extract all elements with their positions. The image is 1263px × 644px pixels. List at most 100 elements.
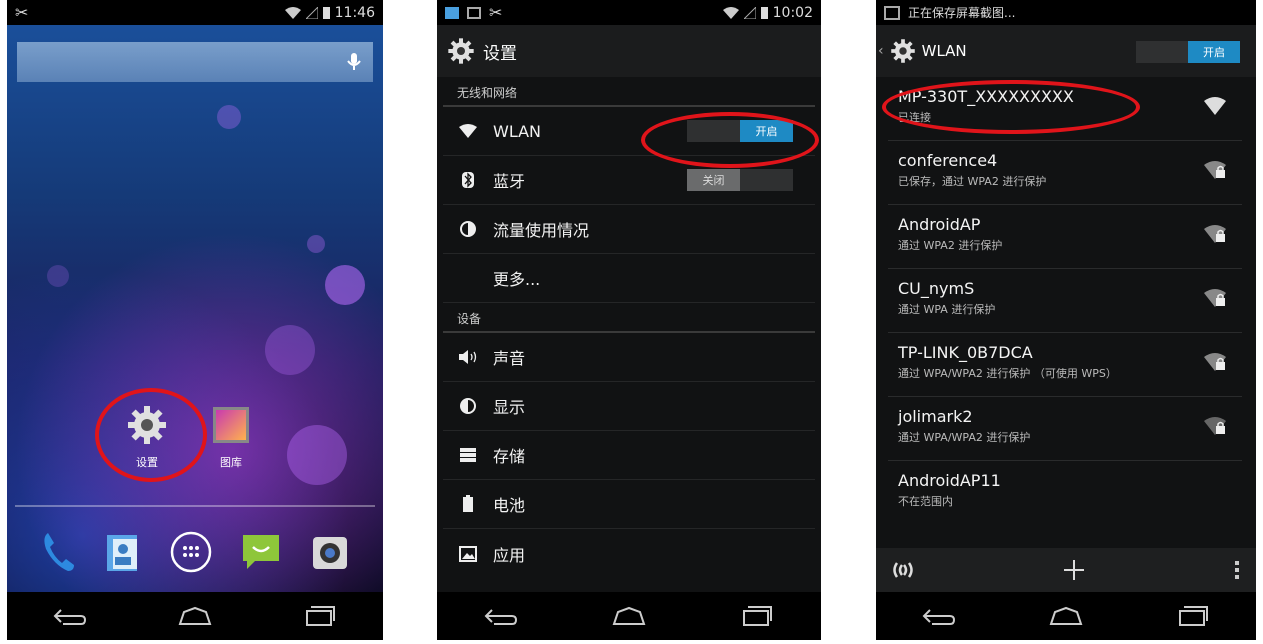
contacts-icon[interactable] [103, 531, 143, 573]
data-usage-icon [457, 218, 479, 240]
network-ssid: TP-LINK_0B7DCA [898, 343, 1033, 362]
network-ssid: AndroidAP11 [898, 471, 1001, 490]
navigation-bar [876, 592, 1256, 640]
settings-item-label: WLAN [493, 121, 542, 141]
network-status: 不在范围内 [898, 495, 953, 508]
messaging-icon[interactable] [239, 531, 283, 573]
network-item[interactable]: CU_nymS 通过 WPA 进行保护 [888, 269, 1242, 333]
battery-icon [457, 493, 479, 515]
navigation-bar [7, 592, 383, 640]
gear-icon [448, 38, 474, 64]
settings-item-storage[interactable]: 存储 [443, 431, 815, 480]
settings-item-sound[interactable]: 声音 [443, 333, 815, 382]
switch-on-label: 开启 [740, 120, 793, 142]
image-notification-icon [445, 6, 459, 19]
network-item[interactable]: jolimark2 通过 WPA/WPA2 进行保护 [888, 397, 1242, 461]
camera-icon[interactable] [310, 531, 350, 573]
home-icon [1049, 606, 1083, 625]
settings-item-label: 声音 [493, 349, 526, 368]
gear-icon [124, 402, 170, 448]
wifi-secured-icon [1204, 161, 1226, 179]
wifi-secured-icon [1204, 353, 1226, 371]
status-time: 11:46 [334, 4, 375, 21]
network-status: 已连接 [898, 111, 931, 124]
back-button[interactable] [476, 598, 526, 634]
status-bar: 正在保存屏幕截图... [876, 0, 1256, 25]
up-navigation-icon[interactable]: ‹ [878, 43, 884, 59]
battery-status-icon [760, 7, 768, 19]
sound-icon [457, 346, 479, 368]
settings-item-wlan[interactable]: WLAN 开启 [443, 107, 815, 156]
home-icon [178, 606, 212, 625]
add-network-icon[interactable] [1063, 559, 1085, 581]
back-icon [922, 609, 956, 625]
settings-item-battery[interactable]: 电池 [443, 480, 815, 529]
settings-item-label: 存储 [493, 447, 526, 466]
all-apps-icon[interactable] [170, 531, 212, 573]
back-icon [484, 609, 518, 625]
network-item[interactable]: AndroidAP 通过 WPA2 进行保护 [888, 205, 1242, 269]
tools-notification-icon: ✂ [489, 3, 503, 22]
home-button[interactable] [1041, 598, 1091, 634]
recent-apps-button[interactable] [1168, 598, 1218, 634]
settings-item-display[interactable]: 显示 [443, 382, 815, 431]
wlan-action-bar: ‹ WLAN 开启 [876, 25, 1256, 77]
bluetooth-toggle-switch[interactable]: 关闭 [687, 169, 793, 191]
gallery-icon [208, 402, 254, 448]
settings-list: 无线和网络 WLAN 开启 蓝牙 关闭 流量使用情况 更多... 设备 声音 显… [437, 77, 821, 592]
wlan-master-switch[interactable]: 开启 [1136, 41, 1240, 63]
settings-item-label: 显示 [493, 398, 526, 417]
network-item[interactable]: TP-LINK_0B7DCA 通过 WPA/WPA2 进行保护 （可使用 WPS… [888, 333, 1242, 397]
home-button[interactable] [170, 598, 220, 634]
network-ssid: jolimark2 [898, 407, 973, 426]
recent-apps-button[interactable] [295, 598, 345, 634]
overflow-menu-icon[interactable] [1234, 559, 1240, 581]
settings-item-label: 电池 [493, 496, 526, 515]
wallpaper: 设置 图库 [7, 25, 383, 592]
network-item[interactable]: MP-330T_XXXXXXXXX 已连接 [888, 77, 1242, 141]
settings-item-more[interactable]: 更多... [443, 254, 815, 303]
network-item[interactable]: AndroidAP11 不在范围内 [888, 461, 1242, 525]
navigation-bar [437, 592, 821, 640]
google-search-bar[interactable] [17, 42, 373, 82]
status-bar: ✂ 10:02 [437, 0, 821, 25]
gear-icon[interactable] [890, 38, 916, 64]
network-ssid: conference4 [898, 151, 998, 170]
screenshot-notification-icon [884, 5, 900, 20]
signal-icon [743, 6, 756, 19]
settings-app-shortcut[interactable]: 设置 [112, 402, 182, 470]
network-item[interactable]: conference4 已保存，通过 WPA2 进行保护 [888, 141, 1242, 205]
battery-status-icon [322, 7, 330, 19]
wifi-status-icon [722, 6, 739, 19]
gallery-app-shortcut[interactable]: 图库 [196, 402, 266, 470]
wlan-toggle-switch[interactable]: 开启 [687, 120, 793, 142]
section-header-wireless: 无线和网络 [443, 77, 815, 107]
wifi-status-icon [284, 6, 301, 19]
microphone-icon[interactable] [347, 52, 361, 72]
bluetooth-icon [457, 169, 479, 191]
settings-item-label: 流量使用情况 [493, 221, 590, 240]
phone-icon[interactable] [40, 531, 76, 573]
recent-apps-icon [306, 606, 336, 626]
display-icon [457, 395, 479, 417]
settings-item-apps[interactable]: 应用 [443, 529, 815, 578]
network-status: 通过 WPA 进行保护 [898, 303, 996, 316]
wifi-icon [457, 120, 479, 142]
wlan-screen-phone: 正在保存屏幕截图... ‹ WLAN 开启 MP-330T_XXXXXXXXX … [876, 0, 1256, 640]
tools-notification-icon: ✂ [15, 3, 29, 22]
settings-item-bluetooth[interactable]: 蓝牙 关闭 [443, 156, 815, 205]
home-button[interactable] [604, 598, 654, 634]
switch-off-label: 关闭 [687, 169, 740, 191]
network-status: 已保存，通过 WPA2 进行保护 [898, 175, 1047, 188]
wps-icon[interactable] [892, 559, 914, 581]
network-status: 通过 WPA/WPA2 进行保护 [898, 431, 1031, 444]
back-icon [53, 609, 86, 625]
page-title: 设置 [483, 43, 517, 64]
settings-item-data-usage[interactable]: 流量使用情况 [443, 205, 815, 254]
recent-apps-button[interactable] [732, 598, 782, 634]
settings-item-label: 蓝牙 [493, 172, 526, 191]
back-button[interactable] [914, 598, 964, 634]
network-status: 通过 WPA2 进行保护 [898, 239, 1003, 252]
status-bar: ✂ 11:46 [7, 0, 383, 25]
back-button[interactable] [45, 598, 95, 634]
